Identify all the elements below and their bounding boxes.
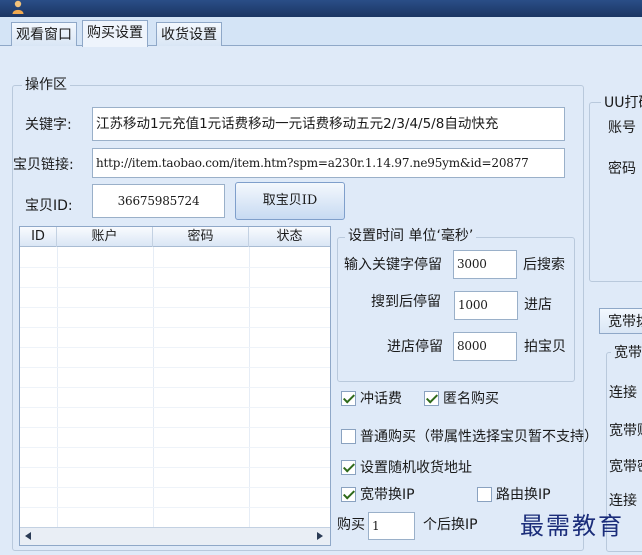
horizontal-scrollbar[interactable] [20,527,330,545]
grid-line [20,327,330,328]
recharge-label: 冲话费 [360,391,402,407]
broadband-password-label: 宽带密 [609,459,642,475]
grid-line [20,347,330,348]
anonymous-checkbox[interactable] [424,391,439,406]
column-header-status[interactable]: 状态 [249,227,330,247]
tab-broadband-dial[interactable]: 宽带拨 [599,308,642,334]
grid-line [20,267,330,268]
table-header: ID 账户 密码 状态 [20,227,330,247]
grid-line [20,507,330,508]
store-delay-label: 进店停留 [387,339,443,355]
grid-line [20,487,330,488]
tab-purchase-settings[interactable]: 购买设置 [82,20,148,47]
grid-line [20,447,330,448]
grid-line [20,407,330,408]
column-header-id[interactable]: ID [20,227,57,247]
found-delay-input[interactable]: 1000 [454,291,518,320]
found-delay-suffix: 进店 [524,297,552,313]
search-delay-suffix: 后搜索 [523,257,565,273]
title-bar [0,0,642,17]
grid-line [20,307,330,308]
tab-broadband-dial-label: 宽带拨 [608,314,642,330]
normal-purchase-checkbox[interactable] [341,429,356,444]
store-delay-suffix: 拍宝贝 [524,339,566,355]
random-address-label: 设置随机收货地址 [360,460,472,476]
grid-line [20,367,330,368]
item-id-label: 宝贝ID: [25,198,73,214]
buy-count-input[interactable]: 1 [368,512,415,540]
user-icon [12,0,24,14]
tab-watch-window[interactable]: 观看窗口 [11,22,77,46]
captcha-password-label: 密码 [608,161,636,177]
search-delay-label: 输入关键字停留 [344,257,442,273]
broadband-ip-label: 宽带换IP [360,487,415,503]
grid-line [20,427,330,428]
normal-purchase-label: 普通购买（带属性选择宝贝暂不支持） [360,429,598,445]
column-header-password[interactable]: 密码 [153,227,249,247]
search-delay-input[interactable]: 3000 [453,250,517,279]
watermark-text: 最需教育 [520,512,624,540]
column-header-account[interactable]: 账户 [57,227,153,247]
captcha-group-title: UU打码 [601,95,642,111]
anonymous-label: 匿名购买 [443,391,499,407]
account-table[interactable]: ID 账户 密码 状态 [19,226,331,546]
broadband-connect-label: 连接 [609,385,637,401]
broadband-account-label: 宽带账 [609,423,642,439]
keyword-label: 关键字: [25,117,72,133]
link-label: 宝贝链接: [13,157,74,173]
link-input[interactable]: http://item.taobao.com/item.htm?spm=a230… [92,148,565,178]
scroll-right-icon[interactable] [316,532,324,541]
timing-group-title: 设置时间 单位‘毫秒’ [345,228,477,244]
grid-line [20,387,330,388]
get-item-id-button[interactable]: 取宝贝ID [235,182,345,220]
router-ip-label: 路由换IP [496,487,551,503]
grid-line [20,287,330,288]
captcha-account-label: 账号 [608,120,636,136]
router-ip-checkbox[interactable] [477,487,492,502]
broadband-group-title: 宽带 [611,345,642,361]
grid-line [20,467,330,468]
buy-count-suffix: 个后换IP [423,517,478,533]
operation-group-title: 操作区 [22,77,70,93]
scroll-left-icon[interactable] [24,532,32,541]
item-id-input[interactable]: 36675985724 [92,184,225,218]
tab-shipping-settings[interactable]: 收货设置 [156,22,222,46]
buy-count-label: 购买 [337,517,365,533]
found-delay-label: 搜到后停留 [371,294,441,310]
keyword-input[interactable]: 江苏移动1元充值1元话费移动一元话费移动五元2/3/4/5/8自动快充 [92,107,565,141]
random-address-checkbox[interactable] [341,460,356,475]
recharge-checkbox[interactable] [341,391,356,406]
broadband-ip-checkbox[interactable] [341,487,356,502]
store-delay-input[interactable]: 8000 [453,332,517,361]
